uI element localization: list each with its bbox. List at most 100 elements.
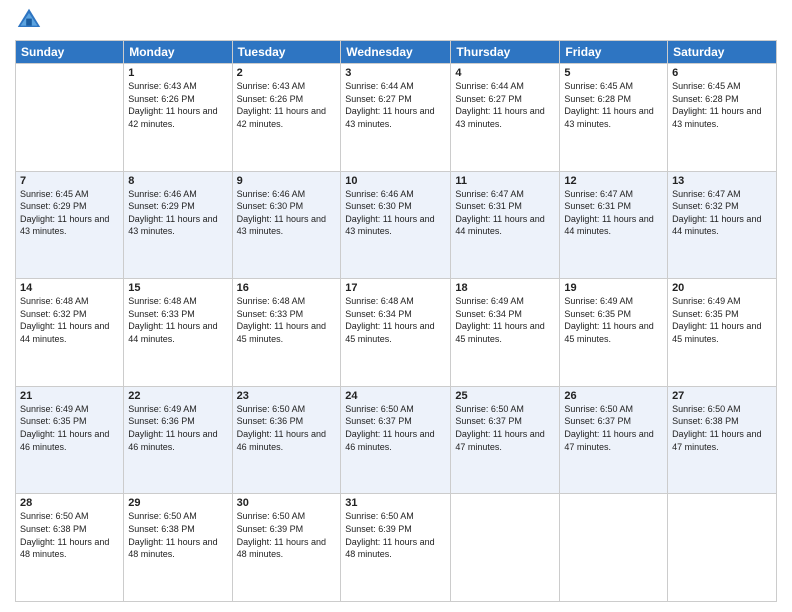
calendar-cell: 26Sunrise: 6:50 AM Sunset: 6:37 PM Dayli… xyxy=(560,386,668,494)
day-number: 21 xyxy=(20,390,119,402)
day-info: Sunrise: 6:49 AM Sunset: 6:35 PM Dayligh… xyxy=(672,295,772,345)
day-number: 5 xyxy=(564,67,663,79)
day-number: 11 xyxy=(455,175,555,187)
day-info: Sunrise: 6:47 AM Sunset: 6:31 PM Dayligh… xyxy=(455,188,555,238)
calendar-week-row: 14Sunrise: 6:48 AM Sunset: 6:32 PM Dayli… xyxy=(16,279,777,387)
day-number: 8 xyxy=(128,175,227,187)
weekday-header: Tuesday xyxy=(232,41,341,64)
weekday-header: Saturday xyxy=(668,41,777,64)
weekday-header: Wednesday xyxy=(341,41,451,64)
calendar-cell xyxy=(560,494,668,602)
calendar-cell: 16Sunrise: 6:48 AM Sunset: 6:33 PM Dayli… xyxy=(232,279,341,387)
day-number: 14 xyxy=(20,282,119,294)
day-number: 19 xyxy=(564,282,663,294)
day-info: Sunrise: 6:50 AM Sunset: 6:38 PM Dayligh… xyxy=(672,403,772,453)
calendar-cell: 27Sunrise: 6:50 AM Sunset: 6:38 PM Dayli… xyxy=(668,386,777,494)
day-info: Sunrise: 6:48 AM Sunset: 6:32 PM Dayligh… xyxy=(20,295,119,345)
day-number: 7 xyxy=(20,175,119,187)
calendar-cell xyxy=(451,494,560,602)
calendar-cell: 29Sunrise: 6:50 AM Sunset: 6:38 PM Dayli… xyxy=(124,494,232,602)
calendar-cell: 12Sunrise: 6:47 AM Sunset: 6:31 PM Dayli… xyxy=(560,171,668,279)
calendar-cell xyxy=(668,494,777,602)
calendar-cell: 8Sunrise: 6:46 AM Sunset: 6:29 PM Daylig… xyxy=(124,171,232,279)
day-number: 23 xyxy=(237,390,337,402)
day-info: Sunrise: 6:50 AM Sunset: 6:37 PM Dayligh… xyxy=(345,403,446,453)
weekday-header: Monday xyxy=(124,41,232,64)
calendar-cell: 10Sunrise: 6:46 AM Sunset: 6:30 PM Dayli… xyxy=(341,171,451,279)
weekday-header: Thursday xyxy=(451,41,560,64)
day-number: 28 xyxy=(20,497,119,509)
weekday-header: Sunday xyxy=(16,41,124,64)
day-number: 4 xyxy=(455,67,555,79)
calendar-cell: 3Sunrise: 6:44 AM Sunset: 6:27 PM Daylig… xyxy=(341,64,451,172)
day-number: 9 xyxy=(237,175,337,187)
day-info: Sunrise: 6:49 AM Sunset: 6:35 PM Dayligh… xyxy=(20,403,119,453)
calendar-cell: 31Sunrise: 6:50 AM Sunset: 6:39 PM Dayli… xyxy=(341,494,451,602)
day-info: Sunrise: 6:50 AM Sunset: 6:37 PM Dayligh… xyxy=(455,403,555,453)
calendar-cell: 4Sunrise: 6:44 AM Sunset: 6:27 PM Daylig… xyxy=(451,64,560,172)
day-number: 18 xyxy=(455,282,555,294)
day-number: 16 xyxy=(237,282,337,294)
calendar-cell: 9Sunrise: 6:46 AM Sunset: 6:30 PM Daylig… xyxy=(232,171,341,279)
day-number: 3 xyxy=(345,67,446,79)
day-number: 31 xyxy=(345,497,446,509)
day-number: 26 xyxy=(564,390,663,402)
calendar-cell: 19Sunrise: 6:49 AM Sunset: 6:35 PM Dayli… xyxy=(560,279,668,387)
day-info: Sunrise: 6:50 AM Sunset: 6:36 PM Dayligh… xyxy=(237,403,337,453)
calendar-cell: 14Sunrise: 6:48 AM Sunset: 6:32 PM Dayli… xyxy=(16,279,124,387)
day-number: 30 xyxy=(237,497,337,509)
day-number: 29 xyxy=(128,497,227,509)
day-info: Sunrise: 6:45 AM Sunset: 6:29 PM Dayligh… xyxy=(20,188,119,238)
day-number: 27 xyxy=(672,390,772,402)
day-number: 24 xyxy=(345,390,446,402)
day-number: 13 xyxy=(672,175,772,187)
day-number: 1 xyxy=(128,67,227,79)
calendar-cell: 15Sunrise: 6:48 AM Sunset: 6:33 PM Dayli… xyxy=(124,279,232,387)
day-info: Sunrise: 6:50 AM Sunset: 6:39 PM Dayligh… xyxy=(237,510,337,560)
calendar-cell: 24Sunrise: 6:50 AM Sunset: 6:37 PM Dayli… xyxy=(341,386,451,494)
day-info: Sunrise: 6:44 AM Sunset: 6:27 PM Dayligh… xyxy=(455,80,555,130)
day-info: Sunrise: 6:50 AM Sunset: 6:38 PM Dayligh… xyxy=(20,510,119,560)
weekday-header: Friday xyxy=(560,41,668,64)
day-number: 12 xyxy=(564,175,663,187)
calendar-week-row: 28Sunrise: 6:50 AM Sunset: 6:38 PM Dayli… xyxy=(16,494,777,602)
page: SundayMondayTuesdayWednesdayThursdayFrid… xyxy=(0,0,792,612)
day-info: Sunrise: 6:45 AM Sunset: 6:28 PM Dayligh… xyxy=(672,80,772,130)
calendar-cell: 17Sunrise: 6:48 AM Sunset: 6:34 PM Dayli… xyxy=(341,279,451,387)
day-number: 22 xyxy=(128,390,227,402)
day-info: Sunrise: 6:45 AM Sunset: 6:28 PM Dayligh… xyxy=(564,80,663,130)
calendar-cell: 20Sunrise: 6:49 AM Sunset: 6:35 PM Dayli… xyxy=(668,279,777,387)
day-info: Sunrise: 6:47 AM Sunset: 6:32 PM Dayligh… xyxy=(672,188,772,238)
calendar: SundayMondayTuesdayWednesdayThursdayFrid… xyxy=(15,40,777,602)
day-info: Sunrise: 6:43 AM Sunset: 6:26 PM Dayligh… xyxy=(237,80,337,130)
day-info: Sunrise: 6:48 AM Sunset: 6:33 PM Dayligh… xyxy=(237,295,337,345)
calendar-cell: 25Sunrise: 6:50 AM Sunset: 6:37 PM Dayli… xyxy=(451,386,560,494)
calendar-cell: 28Sunrise: 6:50 AM Sunset: 6:38 PM Dayli… xyxy=(16,494,124,602)
day-info: Sunrise: 6:43 AM Sunset: 6:26 PM Dayligh… xyxy=(128,80,227,130)
calendar-cell: 6Sunrise: 6:45 AM Sunset: 6:28 PM Daylig… xyxy=(668,64,777,172)
header xyxy=(15,10,777,34)
day-number: 6 xyxy=(672,67,772,79)
day-info: Sunrise: 6:48 AM Sunset: 6:33 PM Dayligh… xyxy=(128,295,227,345)
day-info: Sunrise: 6:47 AM Sunset: 6:31 PM Dayligh… xyxy=(564,188,663,238)
day-number: 20 xyxy=(672,282,772,294)
calendar-cell: 30Sunrise: 6:50 AM Sunset: 6:39 PM Dayli… xyxy=(232,494,341,602)
calendar-cell: 5Sunrise: 6:45 AM Sunset: 6:28 PM Daylig… xyxy=(560,64,668,172)
day-info: Sunrise: 6:49 AM Sunset: 6:36 PM Dayligh… xyxy=(128,403,227,453)
day-info: Sunrise: 6:44 AM Sunset: 6:27 PM Dayligh… xyxy=(345,80,446,130)
calendar-cell: 18Sunrise: 6:49 AM Sunset: 6:34 PM Dayli… xyxy=(451,279,560,387)
day-info: Sunrise: 6:50 AM Sunset: 6:37 PM Dayligh… xyxy=(564,403,663,453)
calendar-week-row: 7Sunrise: 6:45 AM Sunset: 6:29 PM Daylig… xyxy=(16,171,777,279)
day-info: Sunrise: 6:50 AM Sunset: 6:38 PM Dayligh… xyxy=(128,510,227,560)
weekday-header-row: SundayMondayTuesdayWednesdayThursdayFrid… xyxy=(16,41,777,64)
day-info: Sunrise: 6:48 AM Sunset: 6:34 PM Dayligh… xyxy=(345,295,446,345)
day-info: Sunrise: 6:46 AM Sunset: 6:30 PM Dayligh… xyxy=(345,188,446,238)
calendar-week-row: 1Sunrise: 6:43 AM Sunset: 6:26 PM Daylig… xyxy=(16,64,777,172)
day-number: 15 xyxy=(128,282,227,294)
calendar-cell: 13Sunrise: 6:47 AM Sunset: 6:32 PM Dayli… xyxy=(668,171,777,279)
day-number: 25 xyxy=(455,390,555,402)
calendar-cell: 1Sunrise: 6:43 AM Sunset: 6:26 PM Daylig… xyxy=(124,64,232,172)
calendar-cell: 21Sunrise: 6:49 AM Sunset: 6:35 PM Dayli… xyxy=(16,386,124,494)
calendar-cell: 23Sunrise: 6:50 AM Sunset: 6:36 PM Dayli… xyxy=(232,386,341,494)
day-info: Sunrise: 6:49 AM Sunset: 6:35 PM Dayligh… xyxy=(564,295,663,345)
